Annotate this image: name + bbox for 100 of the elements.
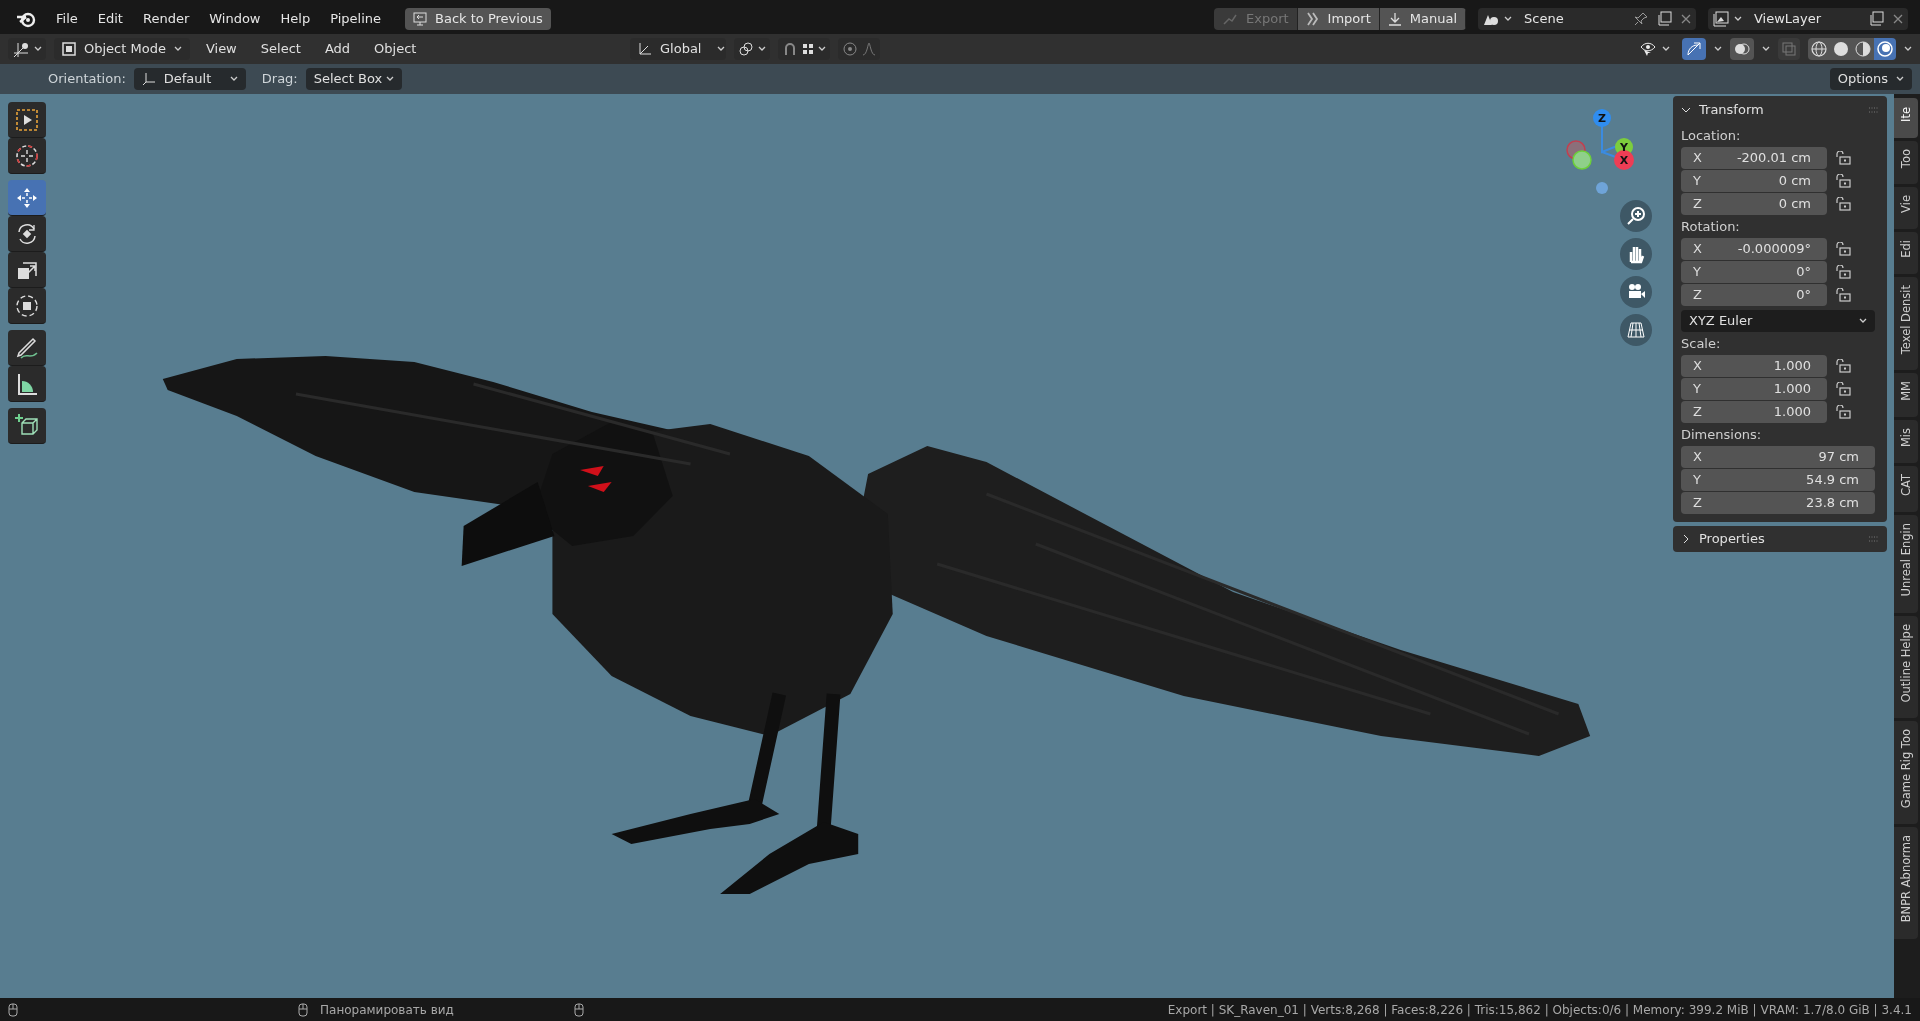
sidebar-tab[interactable]: Vie: [1894, 187, 1918, 230]
grid-dots-icon: [802, 43, 814, 55]
proportional-edit-button[interactable]: [838, 38, 880, 60]
close-icon[interactable]: [1892, 13, 1904, 25]
tool-button[interactable]: [8, 180, 46, 216]
number-field[interactable]: X -0.000009°: [1681, 238, 1827, 260]
unlocked-padlock-icon[interactable]: [1835, 359, 1851, 373]
shading-mode-button[interactable]: [1852, 38, 1874, 60]
tool-button[interactable]: [8, 252, 46, 288]
mode-dropdown[interactable]: Object Mode: [54, 38, 190, 60]
hand-icon[interactable]: [1620, 238, 1652, 270]
duplicate-icon[interactable]: [1868, 11, 1884, 27]
menu-item[interactable]: Edit: [89, 9, 131, 29]
sidebar-tab[interactable]: Ite: [1894, 98, 1918, 138]
pipeline-button[interactable]: Import: [1297, 8, 1380, 30]
panel-title[interactable]: Properties: [1699, 529, 1861, 549]
tool-button[interactable]: [8, 288, 46, 324]
tool-button[interactable]: [8, 138, 46, 174]
section-label: Location:: [1681, 127, 1742, 146]
chevron-down-icon: [1762, 46, 1770, 52]
overlay-button[interactable]: [1730, 38, 1754, 60]
back-to-previous-button[interactable]: Back to Previous: [405, 8, 551, 30]
tool-button[interactable]: [8, 330, 46, 366]
axis-gizmo[interactable]: Z Y X: [1566, 109, 1634, 194]
sidebar-tab[interactable]: Game Rig Too: [1894, 721, 1918, 825]
drag-dropdown[interactable]: Select Box: [305, 68, 403, 90]
image-stack-icon: [1712, 11, 1730, 27]
double-chevron-icon: [1305, 12, 1320, 26]
3d-viewport[interactable]: Z Y X Transform Location: X -200.01 cm Y 0 cm Z 0 cm Rotation: X -0.000009° Y 0° Z 0° XYZ Euler Scale: X 1.000 Y 1.000 Z 1.000 Dimensions: X 97 cm Y 54.9 cm Z 23.8 cm Properties: [0, 94, 1894, 998]
sidebar-tab[interactable]: BNPR Abnorma: [1894, 827, 1918, 939]
tool-button[interactable]: [8, 102, 46, 138]
view-layer-selector[interactable]: ViewLayer: [1708, 8, 1908, 30]
menu-item[interactable]: Window: [201, 9, 269, 29]
number-field[interactable]: Y 54.9 cm: [1681, 469, 1875, 491]
number-field[interactable]: Y 0 cm: [1681, 170, 1827, 192]
snap-button[interactable]: [778, 38, 830, 60]
target-circle-icon: [842, 41, 858, 57]
sidebar-tab[interactable]: Unreal Engin: [1894, 515, 1918, 613]
close-icon[interactable]: [1680, 13, 1692, 25]
tool-button[interactable]: [8, 408, 46, 444]
sidebar-tab[interactable]: Too: [1894, 141, 1918, 185]
number-field[interactable]: Z 1.000: [1681, 401, 1827, 423]
sidebar-tab[interactable]: CAT: [1894, 466, 1918, 513]
tool-button[interactable]: [8, 216, 46, 252]
axes-icon: [12, 41, 30, 57]
number-field[interactable]: Z 23.8 cm: [1681, 492, 1875, 514]
logo-icon[interactable]: [16, 10, 36, 28]
menu-item[interactable]: Help: [272, 9, 319, 29]
number-field[interactable]: Y 1.000: [1681, 378, 1827, 400]
chevron-down-icon: [386, 76, 395, 82]
mouse-icon: [573, 1002, 584, 1017]
number-field[interactable]: X 97 cm: [1681, 446, 1875, 468]
orientation-dropdown[interactable]: Global: [630, 38, 726, 60]
editor-type-button[interactable]: [8, 38, 46, 60]
zoom-icon[interactable]: [1620, 200, 1652, 232]
panel-title[interactable]: Transform: [1699, 100, 1861, 120]
unlocked-padlock-icon[interactable]: [1835, 197, 1851, 211]
number-field[interactable]: X -200.01 cm: [1681, 147, 1827, 169]
gizmo-toggle-button[interactable]: [1682, 38, 1706, 60]
unlocked-padlock-icon[interactable]: [1835, 151, 1851, 165]
menu-item[interactable]: View: [197, 39, 245, 59]
unlocked-padlock-icon[interactable]: [1835, 242, 1851, 256]
camera-icon[interactable]: [1620, 276, 1652, 308]
number-field[interactable]: Z 0 cm: [1681, 193, 1827, 215]
perspective-grid-icon[interactable]: [1620, 314, 1652, 346]
chevron-down-icon[interactable]: [1681, 105, 1691, 115]
scene-selector[interactable]: Scene: [1478, 8, 1696, 30]
unlocked-padlock-icon[interactable]: [1835, 288, 1851, 302]
menu-item[interactable]: File: [48, 9, 86, 29]
pivot-dropdown[interactable]: [734, 38, 770, 60]
pipeline-button[interactable]: Manual: [1379, 8, 1466, 30]
pin-icon[interactable]: [1634, 12, 1648, 26]
number-field[interactable]: Y 0°: [1681, 261, 1827, 283]
unlocked-padlock-icon[interactable]: [1835, 405, 1851, 419]
unlocked-padlock-icon[interactable]: [1835, 265, 1851, 279]
shading-mode-button[interactable]: [1808, 38, 1830, 60]
sidebar-tab[interactable]: Mis: [1894, 419, 1918, 464]
rotation-mode-dropdown[interactable]: XYZ Euler: [1681, 310, 1875, 332]
tool-button[interactable]: [8, 366, 46, 402]
sidebar-tab[interactable]: Edi: [1894, 232, 1918, 274]
sidebar-tab[interactable]: Outline Helpe: [1894, 615, 1918, 719]
unlocked-padlock-icon[interactable]: [1835, 174, 1851, 188]
section-label: Dimensions:: [1681, 426, 1763, 445]
duplicate-icon[interactable]: [1656, 11, 1672, 27]
menu-item[interactable]: Object: [366, 39, 425, 59]
options-dropdown[interactable]: Options: [1829, 68, 1912, 90]
menu-item[interactable]: Render: [134, 9, 198, 29]
menu-item[interactable]: Add: [316, 39, 359, 59]
sidebar-tab[interactable]: MM: [1894, 373, 1918, 417]
drag-handle-icon[interactable]: [1869, 536, 1879, 542]
chevron-right-icon[interactable]: [1681, 534, 1691, 544]
sidebar-tab[interactable]: Texel Densit: [1894, 276, 1918, 371]
transform-orientation-dropdown[interactable]: Default: [133, 68, 246, 90]
menu-item[interactable]: Select: [252, 39, 309, 59]
shading-mode-button[interactable]: [1874, 38, 1896, 60]
unlocked-padlock-icon[interactable]: [1835, 382, 1851, 396]
menu-item[interactable]: Pipeline: [322, 9, 390, 29]
number-field[interactable]: Z 0°: [1681, 284, 1827, 306]
number-field[interactable]: X 1.000: [1681, 355, 1827, 377]
drag-handle-icon[interactable]: [1869, 107, 1879, 113]
